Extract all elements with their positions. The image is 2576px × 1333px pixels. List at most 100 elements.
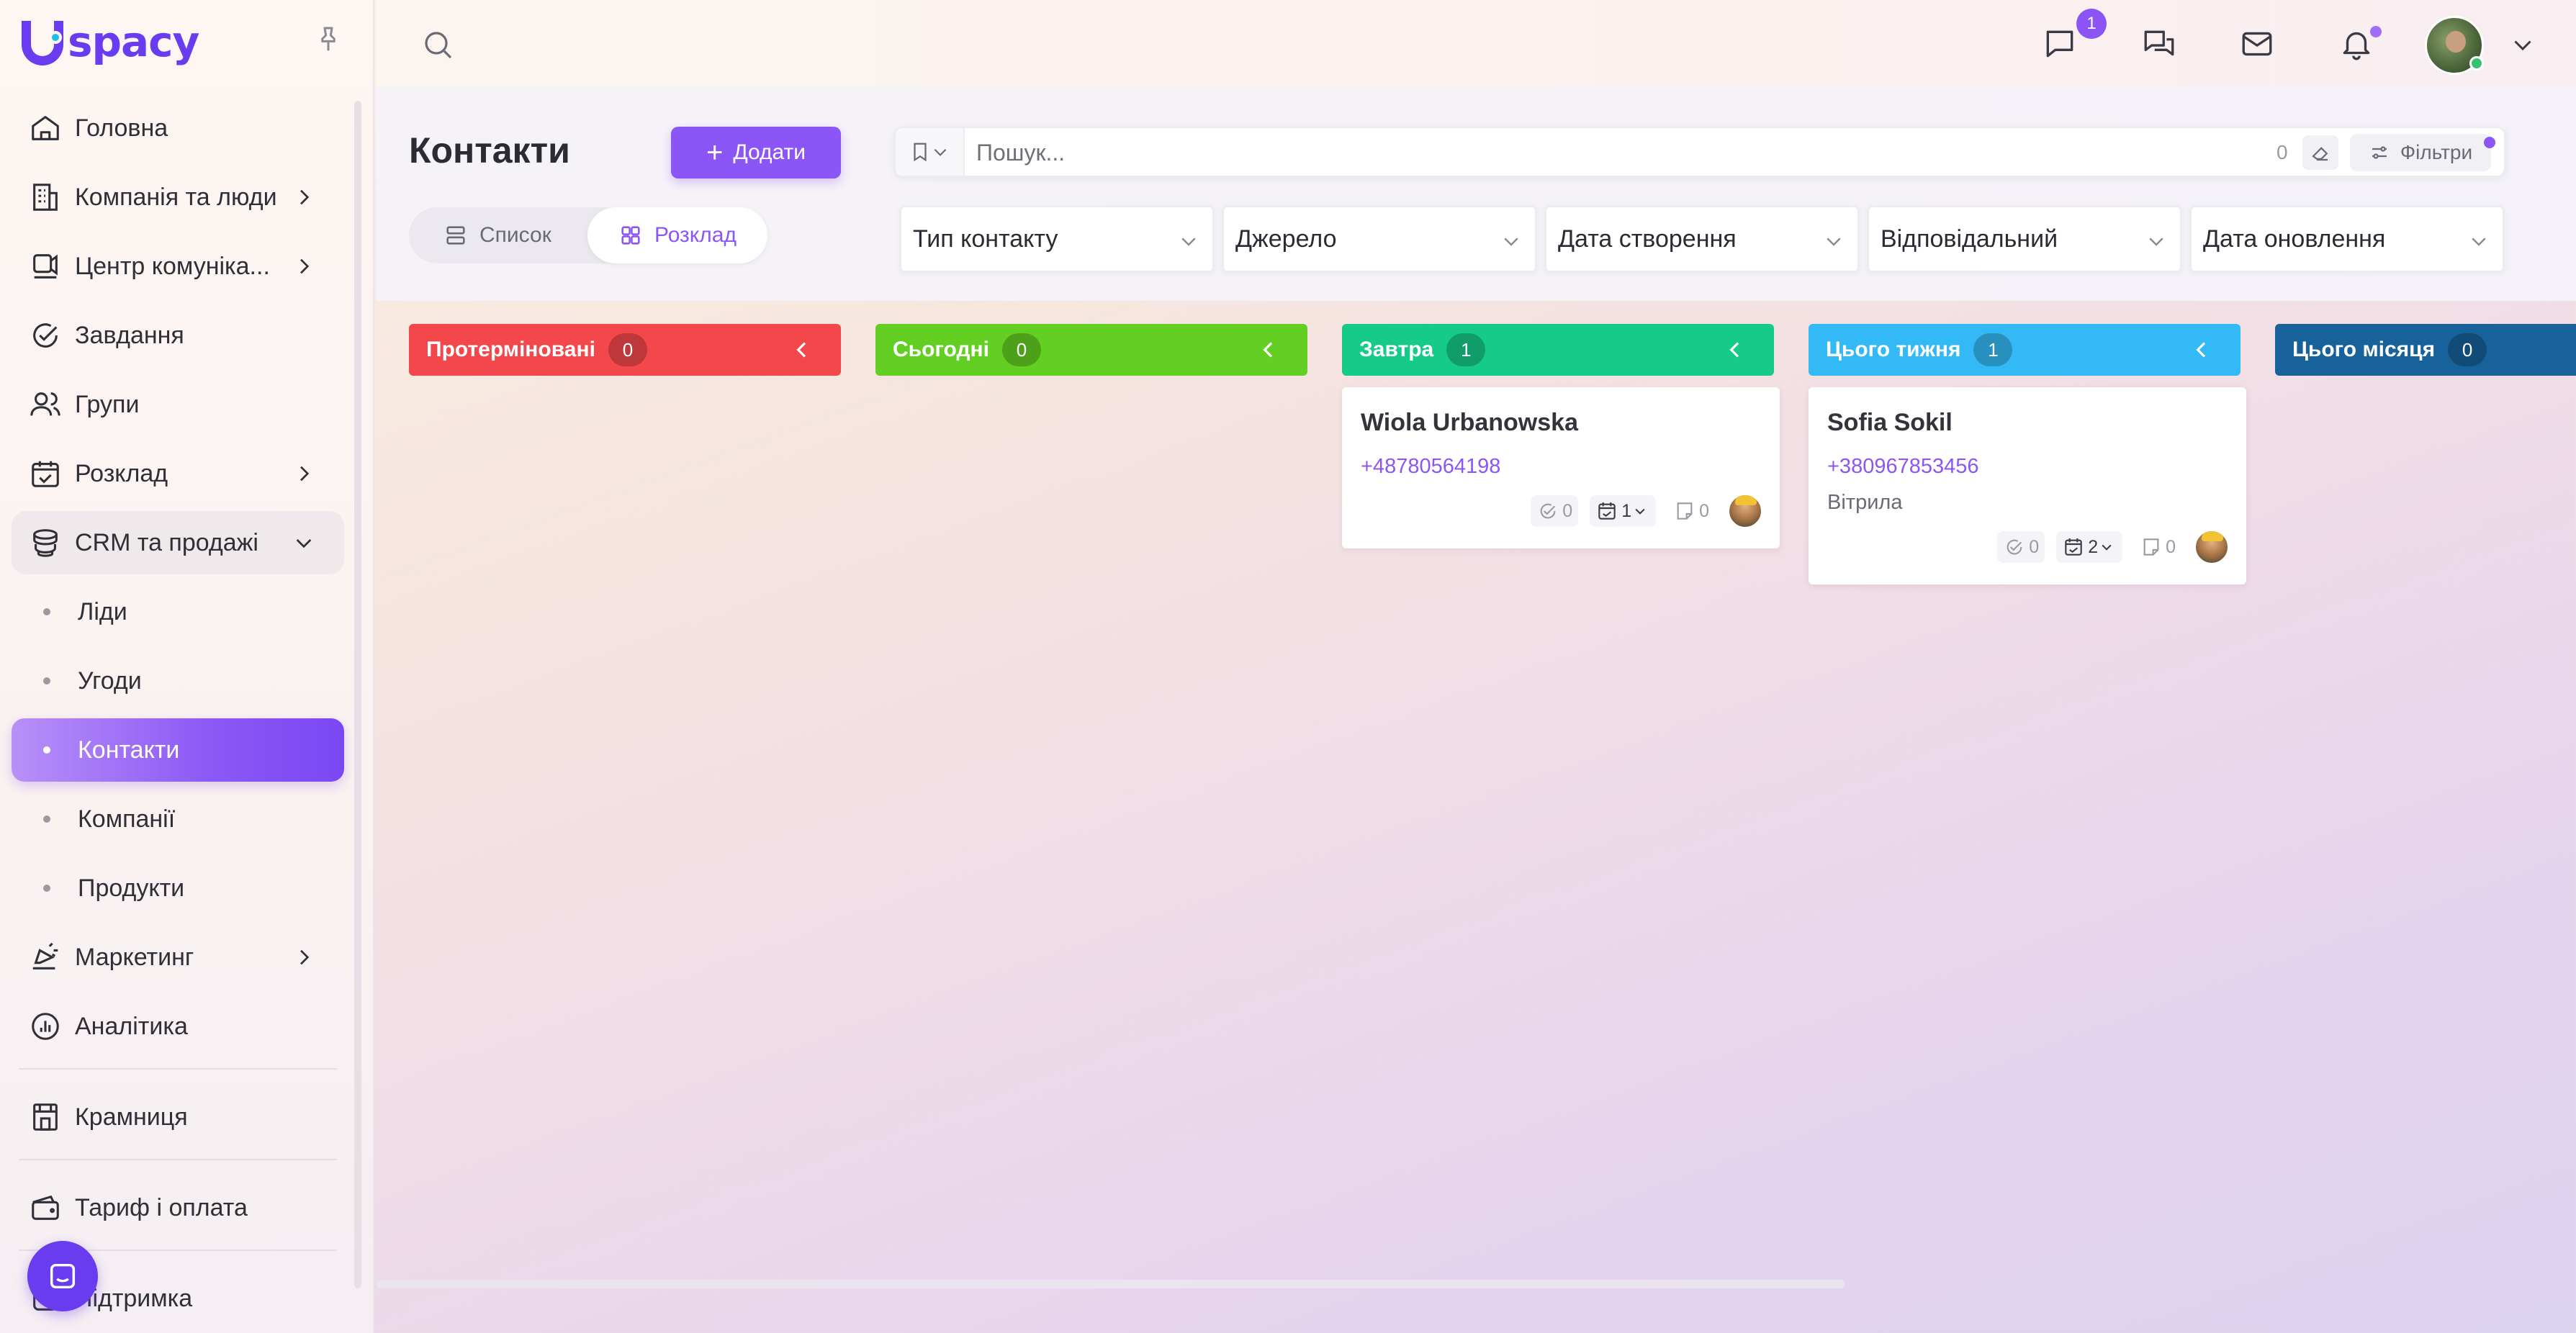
chevron-right-icon (300, 466, 310, 482)
board-horizontal-scrollbar[interactable] (376, 1280, 1845, 1288)
sidebar-scrollbar[interactable] (354, 101, 361, 1288)
filter-label: Тип контакту (913, 225, 1058, 253)
support-chat-button[interactable] (27, 1241, 98, 1311)
sidebar-item-label: Тариф і оплата (75, 1193, 248, 1221)
sidebar-item-company[interactable]: Компанія та люди (12, 166, 344, 229)
sidebar-subitem-label: Продукти (78, 874, 185, 902)
tasks-chip[interactable]: 0 (1531, 495, 1579, 527)
filter-updated-date[interactable]: Дата оновлення (2190, 206, 2504, 272)
pin-icon[interactable] (314, 24, 343, 53)
filter-responsible[interactable]: Відповідальний (1868, 206, 2181, 272)
responsible-avatar[interactable] (1728, 494, 1762, 528)
column-header-tomorrow[interactable]: Завтра 1 (1342, 324, 1774, 376)
contact-card[interactable]: Sofia Sokil +380967853456 Вітрила 0 2 0 (1809, 387, 2246, 584)
search-icon[interactable] (420, 27, 455, 62)
filter-created-date[interactable]: Дата створення (1545, 206, 1859, 272)
responsible-avatar[interactable] (2194, 530, 2229, 564)
sidebar-item-marketing[interactable]: Маркетинг (12, 926, 344, 989)
sidebar-item-communication[interactable]: Центр комуніка... (12, 235, 344, 298)
chevron-down-icon (934, 148, 947, 156)
chevron-left-icon[interactable] (2190, 338, 2213, 361)
column-header-this-month[interactable]: Цього місяця 0 (2275, 324, 2576, 376)
chevron-down-icon (2472, 238, 2486, 246)
notes-chip[interactable]: 0 (1667, 495, 1715, 527)
sidebar-item-groups[interactable]: Групи (12, 373, 344, 436)
sidebar-item-tasks[interactable]: Завдання (12, 304, 344, 367)
contact-card[interactable]: Wiola Urbanowska +48780564198 0 1 0 (1342, 387, 1780, 548)
check-circle-icon (33, 323, 58, 348)
check-circle-icon (1540, 503, 1556, 519)
sidebar-item-label: Головна (75, 114, 168, 142)
bullet (43, 608, 50, 615)
sidebar-subitem-contacts[interactable]: Контакти (12, 718, 344, 782)
column-header-today[interactable]: Сьогодні 0 (875, 324, 1307, 376)
contact-name[interactable]: Sofia Sokil (1827, 409, 1953, 437)
sidebar-item-home[interactable]: Головна (12, 96, 344, 160)
sidebar-subitem-deals[interactable]: Угоди (12, 649, 344, 713)
view-schedule-button[interactable]: Розклад (587, 207, 767, 263)
chevron-down-icon (296, 539, 312, 548)
store-icon (33, 1103, 58, 1131)
coins-icon (33, 529, 58, 557)
card-meta: 0 1 0 (1519, 492, 1762, 530)
logo[interactable]: spacy (22, 16, 199, 68)
sidebar-subitem-leads[interactable]: Ліди (12, 580, 344, 643)
chat-icon[interactable] (2042, 26, 2078, 62)
bell-icon[interactable] (2338, 26, 2374, 62)
bookmark-icon (914, 143, 927, 162)
column-title: Цього місяця (2292, 338, 2436, 361)
column-title: Протерміновані (426, 338, 595, 361)
sliders-icon (2372, 146, 2387, 159)
chevron-down-icon (1635, 508, 1645, 515)
column-title: Цього тижня (1826, 338, 1961, 361)
filters-button[interactable]: Фільтри (2350, 134, 2491, 171)
column-header-overdue[interactable]: Протерміновані 0 (409, 324, 841, 376)
clear-search-button[interactable] (2302, 135, 2338, 170)
filter-contact-type[interactable]: Тип контакту (900, 206, 1214, 272)
chevron-down-icon[interactable] (2510, 32, 2536, 58)
sidebar-subitem-products[interactable]: Продукти (12, 857, 344, 920)
search-input[interactable] (976, 137, 2200, 168)
sidebar-subitem-label: Угоди (78, 666, 142, 695)
sidebar-item-store[interactable]: Крамниця (12, 1085, 344, 1149)
chevron-left-icon[interactable] (1724, 338, 1747, 361)
megaphone-icon (32, 942, 58, 970)
chevron-left-icon[interactable] (1257, 338, 1280, 361)
tasks-chip[interactable]: 0 (1997, 531, 2045, 563)
list-icon (446, 226, 465, 245)
contact-source: Вітрила (1827, 491, 1903, 514)
online-status-dot (2469, 56, 2484, 71)
sidebar-subitem-companies[interactable]: Компанії (12, 787, 344, 851)
notes-chip[interactable]: 0 (2134, 531, 2181, 563)
tasks-count: 0 (2029, 536, 2040, 557)
wallet-icon (32, 1195, 59, 1220)
view-list-button[interactable]: Список (443, 207, 551, 263)
page-title: Контакти (409, 130, 570, 171)
chevron-right-icon (300, 189, 310, 205)
contact-phone[interactable]: +48780564198 (1361, 455, 1500, 479)
sidebar-item-crm[interactable]: CRM та продажі (12, 511, 344, 574)
sidebar-item-analytics[interactable]: Аналітика (12, 995, 344, 1058)
sidebar-item-schedule[interactable]: Розклад (12, 442, 344, 505)
saved-filters-button[interactable] (896, 128, 965, 176)
sidebar-item-label: Розклад (75, 459, 168, 487)
logo-text: spacy (68, 17, 199, 66)
search-bar: 0 Фільтри (894, 127, 2505, 177)
messages-icon[interactable] (2141, 26, 2177, 62)
contact-phone[interactable]: +380967853456 (1827, 455, 1978, 479)
chevron-right-icon (300, 258, 310, 274)
events-chip[interactable]: 2 (2056, 531, 2123, 563)
column-count: 1 (1973, 333, 2013, 366)
check-circle-icon (2007, 539, 2022, 555)
tasks-count: 0 (1562, 500, 1573, 521)
contact-name[interactable]: Wiola Urbanowska (1361, 409, 1578, 437)
chevron-left-icon[interactable] (791, 338, 814, 361)
filter-source[interactable]: Джерело (1222, 206, 1536, 272)
mail-icon[interactable] (2239, 26, 2275, 62)
events-chip[interactable]: 1 (1590, 495, 1657, 527)
eraser-icon (2312, 147, 2328, 161)
divider (19, 1159, 337, 1160)
add-contact-button[interactable]: + Додати (671, 127, 841, 179)
column-header-this-week[interactable]: Цього тижня 1 (1809, 324, 2241, 376)
sidebar-item-billing[interactable]: Тариф і оплата (12, 1176, 344, 1239)
